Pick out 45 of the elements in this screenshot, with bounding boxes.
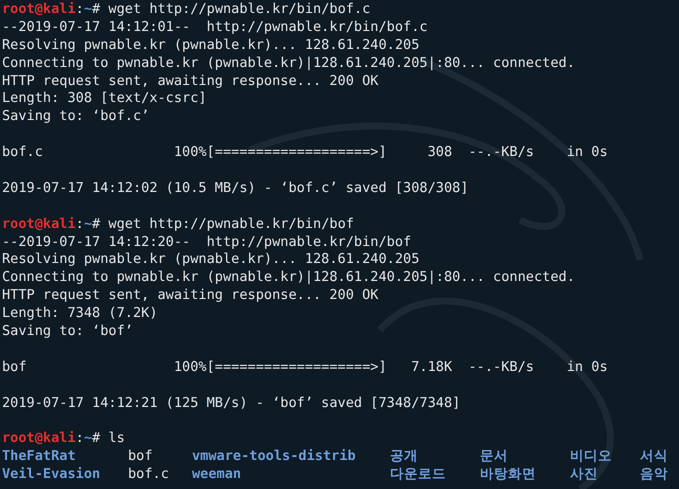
command-text: wget http://pwnable.kr/bin/bof bbox=[108, 216, 354, 232]
directory-name: 다운로드 bbox=[390, 466, 446, 482]
output-line: HTTP request sent, awaiting response... 200 OK bbox=[2, 72, 378, 89]
output-line: --2019-07-17 14:12:01-- http://pwnable.kr/bin/bof.c bbox=[2, 18, 428, 35]
output-line: Length: 308 [text/x-csrc] bbox=[2, 90, 207, 106]
command-text: wget http://pwnable.kr/bin/bof.c bbox=[108, 1, 370, 17]
output-line: Connecting to pwnable.kr (pwnable.kr)|128.61.240.205|:80... connected. bbox=[2, 269, 575, 286]
prompt-user: root@kali bbox=[2, 430, 76, 446]
command-text: ls bbox=[108, 430, 125, 446]
prompt-separator: : bbox=[76, 1, 84, 17]
prompt-user: root@kali bbox=[2, 216, 76, 232]
output-line: Saving to: ‘bof’ bbox=[2, 323, 133, 340]
directory-name: 비디오 bbox=[570, 448, 612, 464]
output-line: Length: 7348 (7.2K) bbox=[2, 305, 158, 322]
directory-name: 서식 bbox=[640, 448, 668, 464]
output-line: Saving to: ‘bof.c’ bbox=[2, 108, 150, 124]
directory-name: 사진 bbox=[570, 466, 598, 482]
file-name: bof bbox=[128, 448, 153, 464]
prompt-path: ~ bbox=[84, 1, 92, 17]
directory-name: 음악 bbox=[640, 466, 668, 482]
directory-name: TheFatRat bbox=[2, 448, 76, 464]
prompt-user: root@kali bbox=[2, 1, 76, 17]
prompt-path: ~ bbox=[84, 216, 92, 232]
directory-name: 공개 bbox=[390, 448, 418, 464]
file-name: bof.c bbox=[128, 466, 169, 482]
prompt-symbol: # bbox=[92, 430, 100, 446]
directory-name: 바탕화면 bbox=[480, 466, 536, 482]
directory-name: weeman bbox=[192, 466, 242, 482]
output-line: 2019-07-17 14:12:21 (125 MB/s) - ‘bof’ saved [7348/7348] bbox=[2, 394, 460, 411]
prompt-symbol: # bbox=[92, 1, 100, 17]
directory-name: vmware-tools-distrib bbox=[192, 448, 356, 464]
output-line: --2019-07-17 14:12:20-- http://pwnable.kr/bin/bof bbox=[2, 234, 412, 250]
progress-line: bof 100%[===================>] 7.18K --.-KB/s in 0s bbox=[2, 358, 608, 375]
prompt-symbol: # bbox=[92, 216, 100, 232]
output-line: HTTP request sent, awaiting response... 200 OK bbox=[2, 287, 378, 304]
output-line: Resolving pwnable.kr (pwnable.kr)... 128.61.240.205 bbox=[2, 36, 420, 53]
output-line: Resolving pwnable.kr (pwnable.kr)... 128.61.240.205 bbox=[2, 251, 420, 268]
prompt-path: ~ bbox=[84, 430, 92, 446]
prompt-separator: : bbox=[76, 216, 84, 232]
directory-name: 문서 bbox=[480, 448, 508, 464]
output-line: Connecting to pwnable.kr (pwnable.kr)|128.61.240.205|:80... connected. bbox=[2, 54, 575, 71]
progress-line: bof.c 100%[===================>] 308 --.-KB/s in 0s bbox=[2, 144, 608, 160]
output-line: 2019-07-17 14:12:02 (10.5 MB/s) - ‘bof.c’ saved [308/308] bbox=[2, 180, 468, 196]
directory-name: Veil-Evasion bbox=[2, 466, 100, 482]
prompt-separator: : bbox=[76, 430, 84, 446]
